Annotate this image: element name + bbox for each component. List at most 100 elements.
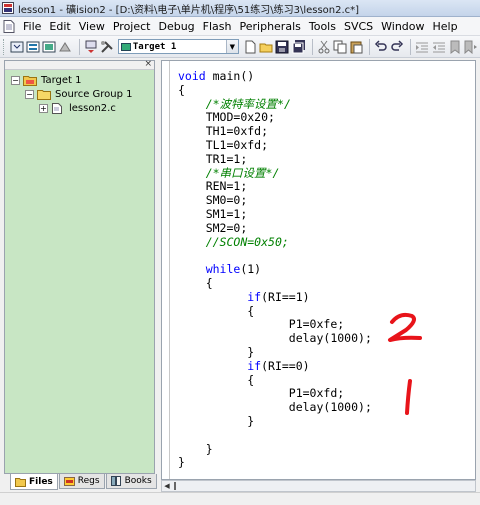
status-strip	[0, 492, 480, 505]
code-line[interactable]: {	[178, 304, 473, 319]
indent-icon[interactable]	[415, 39, 429, 55]
menu-flash[interactable]: Flash	[199, 20, 236, 33]
annotation-number-1	[405, 379, 412, 415]
save-all-icon[interactable]	[291, 39, 305, 55]
editor-gutter[interactable]	[162, 61, 170, 479]
code-content[interactable]: void main(){ /*波特率设置*/ TMOD=0x20; TH1=0x…	[178, 69, 473, 470]
tree-item-label: lesson2.c	[69, 102, 116, 114]
horizontal-scrollbar[interactable]: ◀	[161, 480, 476, 492]
code-line[interactable]: if(RI==0)	[178, 359, 473, 374]
menu-debug[interactable]: Debug	[154, 20, 198, 33]
code-line[interactable]: {	[178, 275, 473, 291]
toolbar-grip[interactable]	[3, 38, 6, 55]
code-line[interactable]: SM1=1;	[178, 206, 473, 222]
collapse-icon[interactable]: −	[25, 89, 34, 99]
tab-books[interactable]: Books	[105, 474, 157, 489]
code-line[interactable]: while(1)	[178, 262, 473, 277]
menu-view[interactable]: View	[75, 20, 109, 33]
code-line[interactable]: /*波特率设置*/	[178, 97, 473, 112]
code-text: P1=0xfd;	[288, 386, 345, 401]
code-line[interactable]: //SCON=0x50;	[178, 235, 473, 250]
expand-icon[interactable]: +	[39, 103, 48, 113]
translate-icon[interactable]	[10, 39, 24, 55]
code-text: }	[247, 344, 255, 359]
code-line[interactable]: TMOD=0x20;	[178, 110, 473, 125]
code-line[interactable]: }	[178, 455, 473, 470]
code-line[interactable]: SM0=0;	[178, 193, 473, 208]
code-text: (RI==1)	[261, 289, 310, 304]
tab-label: Regs	[77, 476, 100, 486]
menu-peripherals[interactable]: Peripherals	[236, 20, 305, 33]
code-text: P1=0xfe;	[288, 317, 345, 332]
menu-file[interactable]: File	[19, 20, 45, 33]
annotation-number-2	[388, 312, 422, 342]
menu-svcs[interactable]: SVCS	[340, 20, 377, 33]
tree-item-target[interactable]: − Target 1	[11, 73, 151, 87]
unindent-icon[interactable]	[432, 39, 446, 55]
books-icon	[110, 476, 122, 486]
code-line[interactable]	[178, 249, 473, 263]
tab-regs[interactable]: Regs	[58, 474, 105, 489]
cut-icon[interactable]	[317, 39, 331, 55]
code-line[interactable]: void main()	[178, 69, 473, 84]
next-bookmark-icon[interactable]	[464, 39, 478, 55]
close-icon[interactable]: ×	[144, 59, 152, 69]
code-line[interactable]: {	[178, 82, 473, 98]
menu-project[interactable]: Project	[109, 20, 155, 33]
tab-files[interactable]: Files	[10, 474, 58, 490]
build-icon[interactable]	[26, 39, 40, 55]
scroll-left-icon[interactable]: ◀	[162, 481, 172, 491]
code-line[interactable]: SM2=0;	[178, 221, 473, 236]
code-text: {	[205, 275, 213, 290]
tree-item-source-group[interactable]: − Source Group 1	[11, 87, 151, 101]
download-icon[interactable]	[83, 39, 97, 55]
rebuild-icon[interactable]	[42, 39, 56, 55]
bookmark-icon[interactable]	[448, 39, 462, 55]
code-editor[interactable]: void main(){ /*波特率设置*/ TMOD=0x20; TH1=0x…	[161, 60, 476, 480]
menu-tools[interactable]: Tools	[305, 20, 340, 33]
redo-icon[interactable]	[390, 39, 404, 55]
stop-build-icon[interactable]	[58, 39, 72, 55]
code-line[interactable]: REN=1;	[178, 179, 473, 194]
options-icon[interactable]	[100, 39, 114, 55]
code-text: SM1=1;	[205, 206, 248, 221]
code-line[interactable]: {	[178, 373, 473, 388]
save-icon[interactable]	[275, 39, 289, 55]
tree-item-label: Source Group 1	[55, 88, 133, 100]
code-line[interactable]: /*串口设置*/	[178, 166, 473, 181]
code-line[interactable]: delay(1000);	[178, 331, 473, 346]
code-line[interactable]: delay(1000);	[178, 400, 473, 415]
code-keyword: while	[205, 262, 241, 277]
chevron-down-icon[interactable]: ▼	[225, 40, 238, 53]
collapse-icon[interactable]: −	[11, 75, 20, 85]
code-line[interactable]: P1=0xfd;	[178, 386, 473, 401]
code-line[interactable]	[178, 429, 473, 443]
tree-item-file[interactable]: + lesson2.c	[11, 101, 151, 115]
code-line[interactable]: P1=0xfe;	[178, 317, 473, 332]
code-line[interactable]: TL1=0xfd;	[178, 138, 473, 153]
registers-icon	[63, 476, 75, 486]
copy-icon[interactable]	[333, 39, 347, 55]
code-text: TH1=0xfd;	[205, 124, 269, 139]
code-text: delay(1000);	[288, 400, 372, 415]
code-line[interactable]: }	[178, 414, 473, 429]
new-file-icon[interactable]	[243, 39, 257, 55]
menu-window[interactable]: Window	[377, 20, 428, 33]
target-select[interactable]: Target 1 ▼	[117, 39, 239, 54]
code-line[interactable]: TH1=0xfd;	[178, 124, 473, 139]
menu-help[interactable]: Help	[429, 20, 462, 33]
open-file-icon[interactable]	[259, 39, 273, 55]
paste-icon[interactable]	[349, 39, 363, 55]
code-keyword: void	[178, 69, 206, 83]
code-line[interactable]: TR1=1;	[178, 152, 473, 167]
code-line[interactable]: }	[178, 344, 473, 360]
code-line[interactable]: }	[178, 442, 473, 457]
undo-icon[interactable]	[374, 39, 388, 55]
document-icon[interactable]	[3, 19, 15, 33]
scrollbar-thumb[interactable]	[174, 482, 176, 490]
menu-edit[interactable]: Edit	[45, 20, 74, 33]
code-text: {	[178, 82, 185, 97]
code-line[interactable]: if(RI==1)	[178, 289, 473, 305]
target-folder-icon	[23, 75, 37, 86]
tab-label: Files	[29, 476, 53, 487]
